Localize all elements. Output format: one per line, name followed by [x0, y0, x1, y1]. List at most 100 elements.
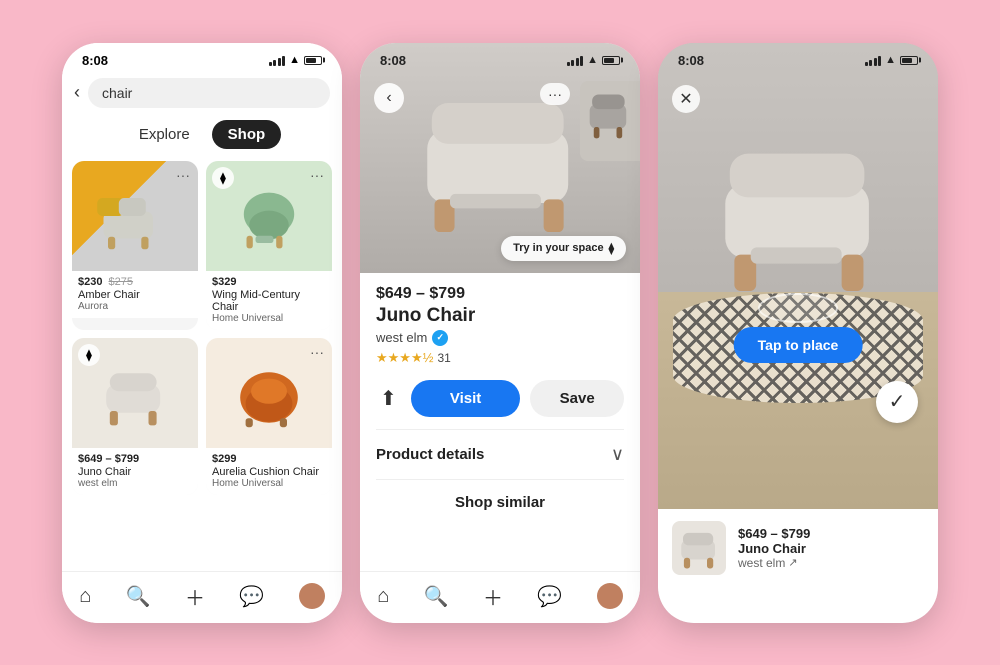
nav-chat-2-icon[interactable]: 💬 [537, 584, 562, 609]
product-price-2: $329 [212, 276, 326, 288]
ar-chair-placed [698, 123, 898, 313]
detail-dots[interactable]: ··· [540, 83, 570, 105]
product-info-wing: $329 Wing Mid-Century Chair Home Univers… [206, 271, 332, 330]
phone-1: 8:08 ▲ ‹ chair Explore Shop [62, 43, 342, 623]
battery-2-icon [602, 56, 620, 65]
product-image-aurelia: ··· [206, 338, 332, 448]
product-image-wing: ⧫ ··· [206, 161, 332, 271]
product-info-juno: $649 – $799 Juno Chair west elm [72, 448, 198, 495]
product-card-amber[interactable]: ··· $230 $275 Amber Chair Aurora [72, 161, 198, 330]
ar-badge-2: ⧫ [78, 344, 100, 366]
detail-name: Juno Chair [376, 305, 624, 327]
accordion-label: Product details [376, 446, 484, 463]
phone-2: 8:08 ▲ [360, 43, 640, 623]
product-dots-1[interactable]: ··· [176, 167, 190, 183]
nav-plus-2-icon[interactable]: ＋ [483, 582, 503, 611]
nav-home-icon[interactable]: ⌂ [79, 585, 91, 608]
search-bar: ‹ chair [62, 72, 342, 114]
product-name-1: Amber Chair [78, 289, 192, 301]
stars-display: ★★★★½ [376, 350, 433, 366]
product-price-4: $299 [212, 453, 326, 465]
status-bar-1: 8:08 ▲ [62, 43, 342, 72]
ar-price: $649 – $799 [738, 526, 810, 541]
back-button[interactable]: ‹ [74, 82, 80, 103]
product-price-old-1: $275 [109, 276, 133, 288]
tab-explore[interactable]: Explore [123, 120, 206, 149]
wifi-3-icon: ▲ [885, 54, 896, 66]
nav-plus-icon[interactable]: ＋ [185, 582, 205, 611]
ar-thumb [672, 521, 726, 575]
nav-home-2-icon[interactable]: ⌂ [377, 585, 389, 608]
brand-row: west elm ✓ [376, 330, 624, 346]
nav-avatar-1[interactable] [299, 583, 325, 609]
chair-illustration-aurelia [224, 357, 314, 429]
time-3: 8:08 [678, 53, 704, 68]
ar-bottom-card: $649 – $799 Juno Chair west elm ↗ [658, 509, 938, 623]
tabs-row: Explore Shop [62, 114, 342, 157]
side-preview [580, 81, 640, 161]
tap-to-place-button[interactable]: Tap to place [734, 327, 863, 363]
ar-thumb-chair [675, 524, 723, 572]
product-name-4: Aurelia Cushion Chair [212, 466, 326, 478]
ar-close-button[interactable]: ✕ [672, 85, 700, 113]
product-card-aurelia[interactable]: ··· $299 Aurelia Cushion Chair Home Univ… [206, 338, 332, 495]
nav-search-2-icon[interactable]: 🔍 [424, 584, 449, 609]
visit-button[interactable]: Visit [411, 380, 521, 417]
stars-row: ★★★★½ 31 [376, 350, 624, 366]
product-detail-image: ··· ‹ Try in your space ⧫ [360, 43, 640, 273]
tab-shop[interactable]: Shop [212, 120, 282, 149]
phone-3: 8:08 ▲ ✕ [658, 43, 938, 623]
product-dots-2[interactable]: ··· [310, 167, 324, 183]
ar-product-details: $649 – $799 Juno Chair west elm ↗ [738, 526, 810, 570]
product-image-amber: ··· [72, 161, 198, 271]
status-icons-1: ▲ [269, 54, 322, 66]
ar-name: Juno Chair [738, 541, 810, 556]
signal-bars-2-icon [567, 55, 584, 66]
ar-background: 8:08 ▲ ✕ [658, 43, 938, 523]
product-name-3: Juno Chair [78, 466, 192, 478]
time-2: 8:08 [380, 53, 406, 68]
nav-search-icon[interactable]: 🔍 [126, 584, 151, 609]
product-card-juno[interactable]: ⧫ $649 – $799 Juno Chair west elm [72, 338, 198, 495]
ar-link-icon: ↗ [788, 556, 797, 569]
chair-illustration-amber [90, 180, 180, 252]
bottom-nav-2: ⌂ 🔍 ＋ 💬 [360, 571, 640, 623]
status-icons-2: ▲ [567, 54, 620, 66]
save-button[interactable]: Save [530, 380, 624, 417]
search-input[interactable]: chair [88, 78, 330, 108]
product-info-aurelia: $299 Aurelia Cushion Chair Home Universa… [206, 448, 332, 495]
shop-similar-button[interactable]: Shop similar [376, 479, 624, 525]
review-count: 31 [437, 351, 450, 365]
chair-illustration-juno [90, 357, 180, 429]
product-detail-content: $649 – $799 Juno Chair west elm ✓ ★★★★½ … [360, 273, 640, 537]
product-image-juno: ⧫ [72, 338, 198, 448]
ar-brand-text: west elm [738, 556, 785, 570]
product-grid: ··· $230 $275 Amber Chair Aurora [62, 157, 342, 499]
nav-chat-icon[interactable]: 💬 [239, 584, 264, 609]
product-dots-4[interactable]: ··· [310, 344, 324, 360]
detail-price: $649 – $799 [376, 285, 624, 303]
wifi-2-icon: ▲ [587, 54, 598, 66]
verified-icon: ✓ [432, 330, 448, 346]
status-bar-2: 8:08 ▲ [360, 43, 640, 72]
ar-badge-1: ⧫ [212, 167, 234, 189]
product-brand-2: Home Universal [212, 313, 326, 324]
try-in-space-button[interactable]: Try in your space ⧫ [501, 236, 626, 261]
product-card-wing[interactable]: ⧫ ··· $329 Wing Mid-Century Chair Home U… [206, 161, 332, 330]
side-preview-chair [585, 88, 635, 153]
product-details-accordion[interactable]: Product details ∨ [376, 429, 624, 479]
ar-confirm-button[interactable]: ✓ [876, 381, 918, 423]
bottom-nav-1: ⌂ 🔍 ＋ 💬 [62, 571, 342, 623]
chair-illustration-wing [224, 180, 314, 252]
back-button-2[interactable]: ‹ [374, 83, 404, 113]
status-icons-3: ▲ [865, 54, 918, 66]
product-brand-1: Aurora [78, 301, 192, 312]
wifi-icon: ▲ [289, 54, 300, 66]
share-button[interactable]: ⬆ [376, 382, 401, 415]
ar-brand: west elm ↗ [738, 556, 810, 570]
product-info-amber: $230 $275 Amber Chair Aurora [72, 271, 198, 318]
product-brand-4: Home Universal [212, 478, 326, 489]
detail-brand: west elm [376, 330, 427, 345]
action-row: ⬆ Visit Save [376, 380, 624, 417]
nav-avatar-2[interactable] [597, 583, 623, 609]
